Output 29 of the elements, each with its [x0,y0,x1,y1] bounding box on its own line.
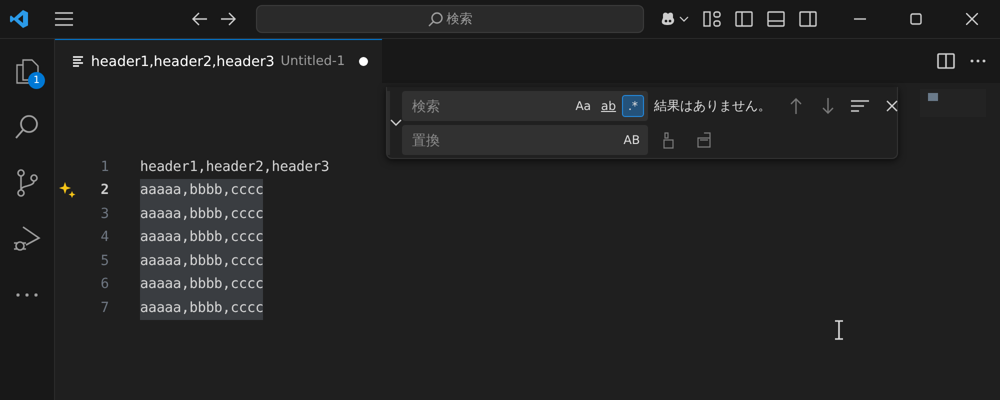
branch-icon [15,169,39,197]
sparkle-icon[interactable] [59,182,77,198]
chevron-down-icon[interactable] [390,119,402,127]
line-number: 1 [100,158,109,175]
code-line: header1,header2,header3 [140,158,330,177]
editor-tab[interactable]: header1,header2,header3 Untitled-1 [55,39,382,83]
line-number: 2 [100,182,109,198]
line-number: 6 [100,276,109,292]
replace-field[interactable]: 置換 AB [402,125,648,155]
result-status: 結果はありません。 [654,98,771,115]
preserve-case-toggle[interactable]: AB [620,129,644,151]
run-debug-icon [13,225,41,253]
line-number: 3 [100,206,109,222]
minimap [920,89,986,117]
files-icon [14,57,40,85]
search-icon [428,12,442,26]
text-cursor-icon [834,320,844,340]
search-icon [14,114,40,140]
search-option-toggle[interactable]: ab [597,95,620,117]
line-number: 4 [100,229,109,246]
notification-badge: 1 [28,72,45,89]
find-field[interactable]: 検索 Aa ab .* [402,91,648,121]
search-option-toggle[interactable]: .* [622,95,644,117]
command-center[interactable]: 検索 [256,5,644,33]
line-number: 7 [100,300,109,316]
search-option-toggle[interactable]: Aa [571,95,596,117]
more-icon [15,292,39,298]
text-file-icon [73,56,85,67]
line-number: 5 [100,252,109,269]
